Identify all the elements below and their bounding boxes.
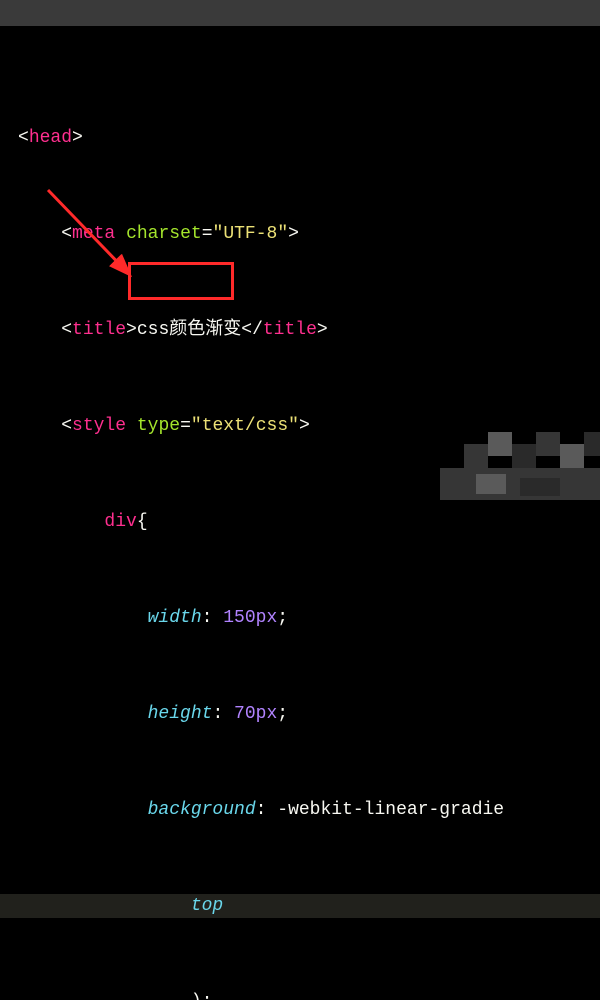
angle-bracket: < [61, 224, 72, 244]
tag-name: title [263, 320, 317, 340]
css-function: -webkit-linear-gradie [277, 800, 504, 820]
angle-bracket: > [72, 128, 83, 148]
css-keyword-top: top [191, 896, 223, 916]
css-property: background [148, 800, 256, 820]
tag-name: head [29, 128, 72, 148]
code-line: <title>css颜色渐变</title> [0, 318, 600, 342]
code-line: height: 70px; [0, 702, 600, 726]
css-value: 150px [223, 608, 277, 628]
tag-name: meta [72, 224, 115, 244]
paren-close: ) [191, 992, 202, 1000]
code-line: width: 150px; [0, 606, 600, 630]
css-value: 70px [234, 704, 277, 724]
css-property: width [148, 608, 202, 628]
tag-name: style [72, 416, 126, 436]
title-bar [0, 0, 600, 26]
css-property: height [148, 704, 213, 724]
active-code-line: top [0, 894, 600, 918]
annotation-box [128, 262, 234, 300]
code-line: ); [0, 990, 600, 1000]
angle-bracket: < [18, 128, 29, 148]
attr-name: type [137, 416, 180, 436]
code-line: background: -webkit-linear-gradie [0, 798, 600, 822]
angle-bracket: > [288, 224, 299, 244]
code-line: div{ [0, 510, 600, 534]
code-line: <meta charset="UTF-8"> [0, 222, 600, 246]
tag-name: title [72, 320, 126, 340]
css-selector: div [104, 512, 136, 532]
code-line: <head> [0, 126, 600, 150]
attr-value: UTF-8 [223, 224, 277, 244]
attr-name: charset [126, 224, 202, 244]
code-editor[interactable]: <head> <meta charset="UTF-8"> <title>css… [0, 26, 600, 1000]
title-text: css颜色渐变 [137, 320, 241, 340]
attr-value: text/css [202, 416, 288, 436]
